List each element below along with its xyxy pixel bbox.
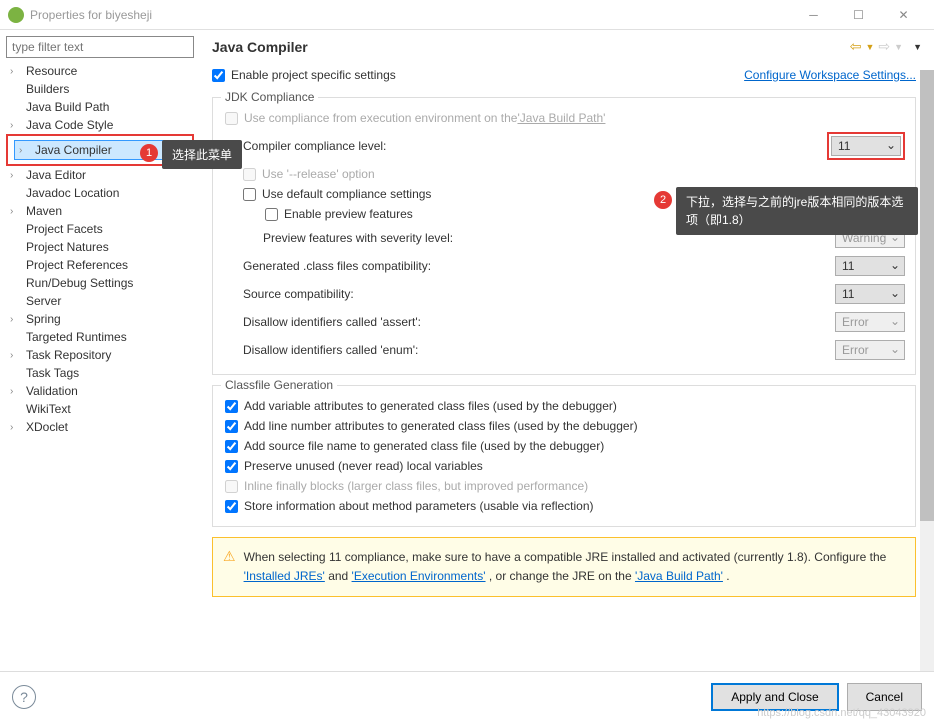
left-panel: ›Resource Builders Java Build Path ›Java… [0,30,200,671]
disallow-assert-combo[interactable]: Error [835,312,905,332]
annotation-callout-2: 2 下拉，选择与之前的jre版本相同的版本选项（即1.8） [676,187,918,235]
inline-checkbox[interactable]: Inline finally blocks (larger class file… [225,476,905,496]
disallow-assert-label: Disallow identifiers called 'assert': [243,315,835,329]
java-build-path-link[interactable]: 'Java Build Path' [635,569,723,583]
annotation-callout-1: 1 选择此菜单 [162,140,242,169]
tree-item-validation[interactable]: ›Validation [6,382,194,400]
tree-item-resource[interactable]: ›Resource [6,62,194,80]
compliance-level-label: Compiler compliance level: [243,139,827,153]
tree-item-java-build-path[interactable]: Java Build Path [6,98,194,116]
scrollbar[interactable] [920,70,934,671]
warning-box: ⚠ When selecting 11 compliance, make sur… [212,537,916,597]
use-release-checkbox[interactable]: Use '--release' option [225,164,905,184]
source-compat-label: Source compatibility: [243,287,835,301]
tree-item-wikitext[interactable]: WikiText [6,400,194,418]
group-title: JDK Compliance [221,90,318,104]
maximize-button[interactable]: ☐ [836,1,881,29]
group-title: Classfile Generation [221,378,337,392]
disallow-enum-label: Disallow identifiers called 'enum': [243,343,835,357]
disallow-enum-combo[interactable]: Error [835,340,905,360]
tree-item-maven[interactable]: ›Maven [6,202,194,220]
scrollbar-thumb[interactable] [920,70,934,521]
generated-class-combo[interactable]: 11 [835,256,905,276]
tree-item-run-debug[interactable]: Run/Debug Settings [6,274,194,292]
watermark: https://blog.csdn.net/qq_43043920 [757,707,926,719]
nav-forward-icon[interactable]: ⇨ [878,38,890,55]
titlebar: Properties for biyesheji ─ ☐ ✕ [0,0,934,30]
jdk-compliance-group: JDK Compliance Use compliance from execu… [212,97,916,375]
tree-item-xdoclet[interactable]: ›XDoclet [6,418,194,436]
compliance-level-combo[interactable]: 11 [831,136,901,156]
add-var-checkbox[interactable]: Add variable attributes to generated cla… [225,396,905,416]
tree-item-server[interactable]: Server [6,292,194,310]
nav-forward-dropdown[interactable]: ▼ [894,42,903,52]
nav-back-icon[interactable]: ⇦ [850,38,862,55]
tree-item-task-repository[interactable]: ›Task Repository [6,346,194,364]
add-line-checkbox[interactable]: Add line number attributes to generated … [225,416,905,436]
enable-project-settings[interactable]: Enable project specific settings [212,65,396,85]
page-title: Java Compiler [212,39,308,55]
help-button[interactable]: ? [12,685,36,709]
minimize-button[interactable]: ─ [791,1,836,29]
window-title: Properties for biyesheji [30,8,791,22]
tree-item-java-code-style[interactable]: ›Java Code Style [6,116,194,134]
annotation-highlight-2: 11 [827,132,905,160]
classfile-generation-group: Classfile Generation Add variable attrib… [212,385,916,527]
warning-icon: ⚠ [223,548,236,586]
nav-back-dropdown[interactable]: ▼ [866,42,875,52]
add-source-checkbox[interactable]: Add source file name to generated class … [225,436,905,456]
tree-item-builders[interactable]: Builders [6,80,194,98]
generated-class-label: Generated .class files compatibility: [243,259,835,273]
close-button[interactable]: ✕ [881,1,926,29]
use-exec-env-checkbox[interactable]: Use compliance from execution environmen… [225,108,905,128]
tree-item-task-tags[interactable]: Task Tags [6,364,194,382]
tree-item-project-facets[interactable]: Project Facets [6,220,194,238]
source-compat-combo[interactable]: 11 [835,284,905,304]
tree-item-spring[interactable]: ›Spring [6,310,194,328]
filter-input[interactable] [6,36,194,58]
tree-item-java-compiler[interactable]: ›Java Compiler [14,140,186,160]
installed-jres-link[interactable]: 'Installed JREs' [244,569,325,583]
tree-item-javadoc-location[interactable]: Javadoc Location [6,184,194,202]
tree-item-project-references[interactable]: Project References [6,256,194,274]
tree-item-project-natures[interactable]: Project Natures [6,238,194,256]
eclipse-icon [8,7,24,23]
execution-env-link[interactable]: 'Execution Environments' [352,569,486,583]
store-info-checkbox[interactable]: Store information about method parameter… [225,496,905,516]
nav-menu-icon[interactable]: ▼ [913,42,922,52]
preserve-checkbox[interactable]: Preserve unused (never read) local varia… [225,456,905,476]
configure-workspace-link[interactable]: Configure Workspace Settings... [744,68,916,82]
tree-item-targeted-runtimes[interactable]: Targeted Runtimes [6,328,194,346]
